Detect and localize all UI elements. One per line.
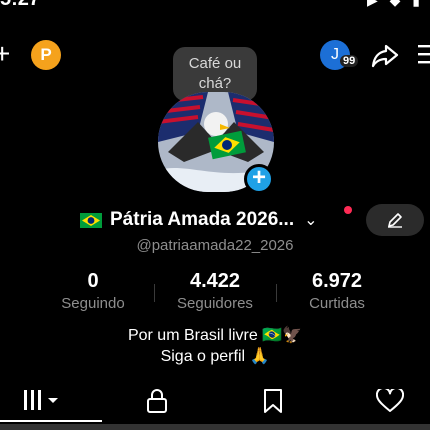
profile-tabbar	[0, 376, 430, 422]
stat-label: Seguidores	[177, 295, 253, 312]
add-friend-icon[interactable]: +	[0, 40, 10, 68]
stat-label: Curtidas	[309, 295, 365, 312]
menu-icon[interactable]	[416, 42, 430, 68]
bubble-line-2: chá?	[198, 75, 232, 92]
stat-label: Seguindo	[61, 295, 125, 312]
pencil-icon	[388, 213, 402, 228]
stat-value: 0	[87, 270, 99, 292]
bio-line-2: Siga o perfil 🙏	[160, 348, 270, 365]
profile-name: Pátria Amada 2026...	[110, 209, 295, 230]
bubble-line-1: Café ou	[188, 55, 242, 72]
notification-dot	[344, 206, 352, 214]
points-badge[interactable]: P	[31, 40, 61, 70]
stat-following[interactable]: 0 Seguindo	[28, 270, 158, 312]
notification-count-badge: 99	[340, 55, 359, 67]
stat-value: 6.972	[311, 270, 363, 292]
share-icon[interactable]	[370, 40, 400, 70]
status-icons: ▶ ◆ ▮	[366, 0, 424, 8]
video-grid-preview[interactable]	[0, 424, 430, 430]
brazil-flag-icon	[80, 212, 102, 228]
active-tab-indicator	[0, 420, 102, 422]
heart-icon[interactable]	[376, 389, 404, 413]
chevron-down-icon[interactable]: ⌄	[304, 210, 317, 230]
stat-likes[interactable]: 6.972 Curtidas	[272, 270, 402, 312]
add-avatar-button[interactable]: +	[244, 164, 274, 194]
stat-followers[interactable]: 4.422 Seguidores	[150, 270, 280, 312]
bookmark-icon[interactable]	[263, 388, 283, 414]
status-time: 5:27	[0, 0, 40, 11]
edit-profile-button[interactable]	[366, 204, 424, 236]
stat-value: 4.422	[189, 270, 241, 292]
profile-handle: @patriaamada22_2026	[136, 237, 294, 254]
bio-line-1: Por um Brasil livre 🇧🇷🦅	[127, 327, 303, 344]
profile-name-row[interactable]: Pátria Amada 2026... ⌄	[80, 205, 318, 235]
lock-icon[interactable]	[146, 388, 168, 414]
grid-icon[interactable]	[24, 390, 62, 412]
